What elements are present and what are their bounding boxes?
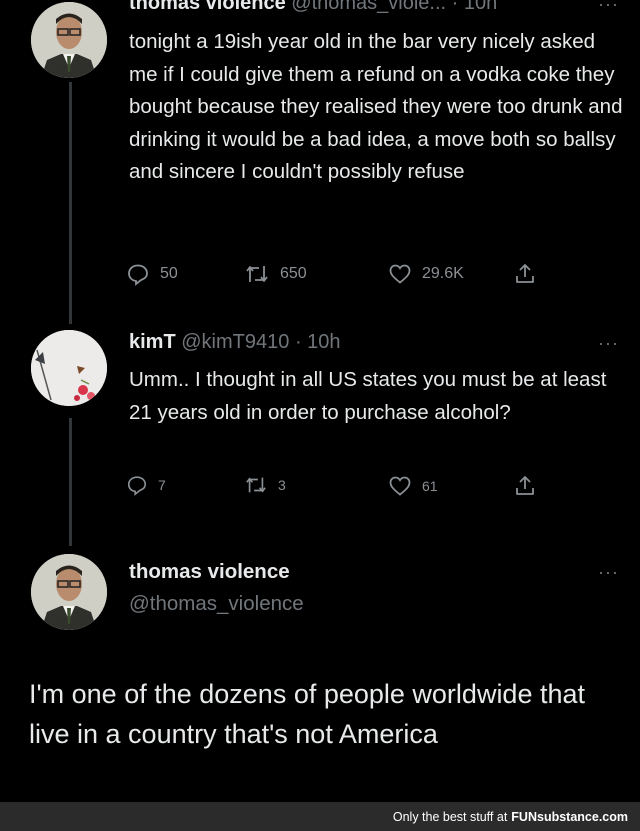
tweet-1-actions: 50 650 29.6K	[126, 262, 580, 292]
tweet-1-text: tonight a 19ish year old in the bar very…	[129, 30, 623, 183]
footer-prefix: Only the best stuff at	[392, 809, 508, 824]
tweet-1-retweet-button[interactable]: 650	[244, 262, 307, 286]
tweet-2-like-button[interactable]: 61	[388, 474, 438, 498]
tweet-1-like-count: 29.6K	[422, 265, 464, 282]
tweet-2-actions: 7 3 61	[126, 474, 580, 504]
reply-icon	[127, 476, 147, 496]
thread-line-1	[69, 82, 72, 324]
tweet-2-name[interactable]: kimT	[129, 331, 176, 353]
watermark-footer: Only the best stuff at FUNsubstance.com	[0, 802, 640, 831]
avatar-portrait-image	[31, 554, 107, 630]
retweet-icon	[246, 266, 268, 282]
share-icon	[516, 264, 534, 283]
avatar-flowers-image	[31, 330, 107, 406]
tweet-2-reply-button[interactable]: 7	[126, 474, 166, 496]
tweet-2-like-count: 61	[422, 478, 438, 494]
tweet-2-header: kimT @kimT9410 · 10h	[129, 331, 341, 354]
heart-icon	[389, 264, 411, 284]
tweet-1-header: thomas violence @thomas_viole... · 10h	[129, 0, 497, 15]
avatar-kimt[interactable]	[31, 330, 107, 406]
thread-line-2	[69, 418, 72, 546]
share-icon	[516, 476, 534, 495]
tweet-3-text: I'm one of the dozens of people worldwid…	[29, 679, 586, 749]
tweet-1-more-icon[interactable]: ···	[598, 0, 619, 15]
tweet-2-retweet-button[interactable]: 3	[244, 474, 286, 496]
tweet-2-reply-count: 7	[158, 477, 166, 493]
tweet-1-time: · 10h	[451, 0, 498, 14]
tweet-2-share-button[interactable]	[513, 474, 537, 498]
tweet-1-reply-count: 50	[160, 265, 178, 282]
tweet-2-text: Umm.. I thought in all US states you mus…	[129, 368, 607, 424]
tweet-2-time: · 10h	[294, 331, 341, 353]
tweet-2-handle[interactable]: @kimT9410	[181, 331, 289, 353]
tweet-1-retweet-count: 650	[280, 265, 307, 282]
tweet-1-handle[interactable]: @thomas_viole...	[291, 0, 446, 14]
tweet-3-more-icon[interactable]: ···	[598, 562, 619, 583]
tweet-2-retweet-count: 3	[278, 477, 286, 493]
tweet-2-more-icon[interactable]: ···	[598, 333, 619, 354]
avatar-thomas-violence-main[interactable]	[31, 554, 107, 630]
tweet-1-share-button[interactable]	[513, 262, 537, 286]
tweet-1-like-button[interactable]: 29.6K	[388, 262, 464, 286]
reply-icon	[128, 264, 148, 286]
heart-icon	[389, 476, 411, 496]
tweet-1-reply-button[interactable]: 50	[126, 262, 178, 286]
retweet-icon	[246, 477, 266, 493]
avatar-portrait-image	[31, 2, 107, 78]
tweet-1-name[interactable]: thomas violence	[129, 0, 286, 14]
footer-brand[interactable]: FUNsubstance.com	[511, 810, 628, 824]
tweet-3-name[interactable]: thomas violence	[129, 560, 290, 584]
tweet-3-handle[interactable]: @thomas_violence	[129, 592, 304, 616]
avatar-thomas-violence[interactable]	[31, 2, 107, 78]
